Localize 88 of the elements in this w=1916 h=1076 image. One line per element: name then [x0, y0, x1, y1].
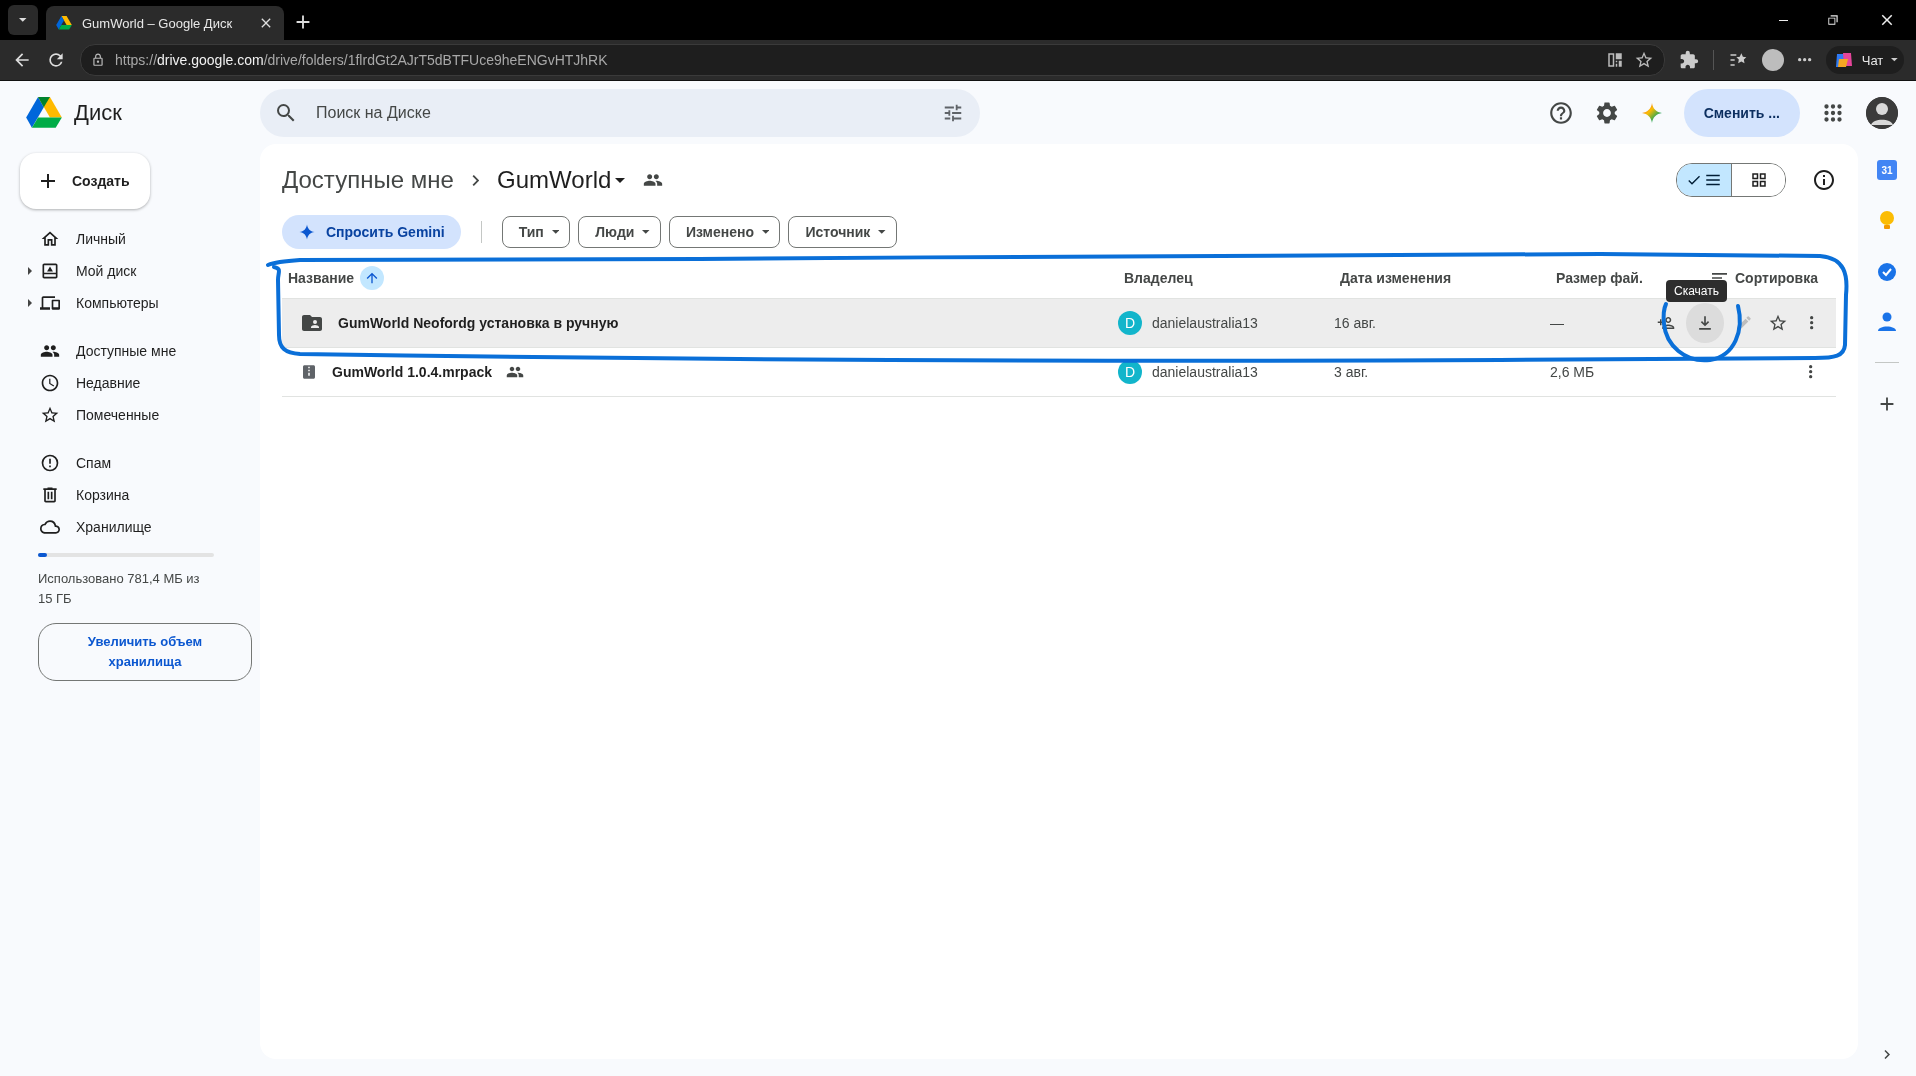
drive-logo-icon: [56, 16, 72, 30]
modified-date: 3 авг.: [1334, 364, 1370, 380]
restore-icon[interactable]: [1826, 13, 1840, 27]
owner-name: danielaustralia13: [1152, 315, 1258, 331]
caret-icon: [19, 18, 27, 22]
column-header[interactable]: Название: [282, 266, 1118, 290]
lock-icon: [91, 53, 105, 67]
get-more-storage-button[interactable]: Увеличить объем хранилища: [38, 623, 252, 681]
column-header[interactable]: Владелец: [1118, 270, 1334, 286]
copilot-logo-icon: [1833, 50, 1854, 70]
reload-icon[interactable]: [46, 50, 66, 70]
nav-item[interactable]: Недавние: [20, 367, 260, 399]
help-icon[interactable]: [1547, 99, 1574, 126]
account-avatar[interactable]: [1866, 96, 1898, 129]
filter-chip[interactable]: Источник: [788, 216, 897, 248]
archive-file-icon: [300, 363, 318, 381]
filter-chip[interactable]: Изменено: [668, 216, 781, 248]
ask-gemini-button[interactable]: Спросить Gemini: [282, 215, 461, 249]
puzzle-icon[interactable]: [1679, 50, 1700, 70]
computer-icon: [40, 293, 60, 313]
browser-tab[interactable]: GumWorld – Google Диск: [46, 6, 284, 40]
nav-item[interactable]: Личный: [20, 223, 260, 255]
storage-usage-text: Использовано 781,4 МБ из 15 ГБ: [38, 570, 201, 608]
drive-icon: [40, 261, 60, 281]
alert-icon: [40, 453, 60, 473]
more-icon: [1809, 365, 1813, 379]
more-icon: [1810, 316, 1814, 330]
person-add-icon: [1657, 314, 1676, 332]
chat-button[interactable]: Чат: [1825, 46, 1904, 74]
list-view-button[interactable]: [1677, 164, 1731, 196]
star-icon: [40, 405, 60, 425]
expand-caret-icon[interactable]: [28, 267, 32, 275]
caret-icon: [878, 230, 886, 234]
nav-item[interactable]: Мой диск: [20, 255, 260, 287]
file-size: 2,6 МБ: [1550, 364, 1596, 380]
grid-view-button[interactable]: [1731, 164, 1785, 196]
sparkle-icon: [298, 223, 316, 241]
filter-chip[interactable]: Тип: [501, 216, 571, 248]
app-title: Диск: [74, 99, 122, 126]
caret-icon: [1891, 58, 1898, 62]
file-row[interactable]: GumWorld 1.0.4.mrpack D danielaustralia13 3 авг. 2,6 МБ: [282, 348, 1836, 397]
info-icon[interactable]: [1812, 168, 1836, 192]
home-icon: [40, 229, 60, 249]
tab-title: GumWorld – Google Диск: [82, 15, 234, 31]
chevron-right-icon[interactable]: [1884, 1050, 1890, 1059]
more-icon[interactable]: [1798, 58, 1812, 62]
person-icon[interactable]: [1878, 312, 1896, 332]
file-name: GumWorld 1.0.4.mrpack: [332, 364, 492, 380]
nav-item[interactable]: Доступные мне: [20, 335, 260, 367]
nav-item[interactable]: Хранилище: [20, 511, 260, 543]
nav-item[interactable]: Корзина: [20, 479, 260, 511]
nav-item[interactable]: Спам: [20, 447, 260, 479]
caret-icon: [551, 230, 560, 234]
file-row[interactable]: GumWorld Neofordg установка в ручную D danielaustralia13 16 авг. —: [282, 299, 1836, 348]
grid-icon: [1749, 171, 1768, 189]
nav-item[interactable]: Компьютеры: [20, 287, 260, 319]
trash-icon: [40, 485, 60, 505]
expand-caret-icon[interactable]: [28, 299, 32, 307]
caret-icon: [761, 230, 770, 234]
filter-chip[interactable]: Люди: [578, 216, 661, 248]
column-header[interactable]: Дата изменения: [1334, 270, 1550, 286]
create-button[interactable]: Создать: [20, 153, 150, 209]
cloud-icon: [40, 517, 60, 537]
search-field[interactable]: Поиск на Диске: [260, 88, 980, 137]
tooltip: Скачать: [1666, 280, 1727, 302]
nav-item[interactable]: Помеченные: [20, 399, 260, 431]
drive-logo-icon: [26, 96, 62, 129]
calendar-icon[interactable]: 31: [1877, 160, 1897, 180]
clock-icon: [40, 373, 60, 393]
split-screen-icon[interactable]: [1606, 51, 1625, 69]
owner-name: danielaustralia13: [1152, 364, 1258, 380]
breadcrumb-link[interactable]: Доступные мне: [282, 166, 454, 194]
caret-icon: [642, 230, 650, 234]
chevron-right-icon: [471, 174, 480, 186]
switch-account-button[interactable]: Сменить ...: [1683, 88, 1800, 137]
address-bar[interactable]: https://drive.google.com/drive/folders/1flrdGt2AJrT5dBTFUce9heENGvHTJhRK: [80, 44, 1666, 76]
column-header[interactable]: Размер фай.: [1550, 270, 1652, 286]
minimize-icon[interactable]: [1778, 19, 1788, 21]
profile-avatar[interactable]: [1762, 49, 1785, 71]
caret-icon: [615, 177, 626, 183]
download-button[interactable]: [1686, 303, 1724, 343]
modified-date: 16 авг.: [1334, 315, 1377, 331]
url-text: https://drive.google.com/drive/folders/1flrdGt2AJrT5dBTFUce9heENGvHTJhRK: [115, 52, 609, 68]
file-size: —: [1550, 315, 1565, 331]
owner-avatar: D: [1118, 311, 1142, 335]
tasks-icon[interactable]: [1877, 262, 1897, 282]
folder-menu-button[interactable]: GumWorld: [497, 166, 626, 194]
file-name: GumWorld Neofordg установка в ручную: [338, 315, 619, 331]
